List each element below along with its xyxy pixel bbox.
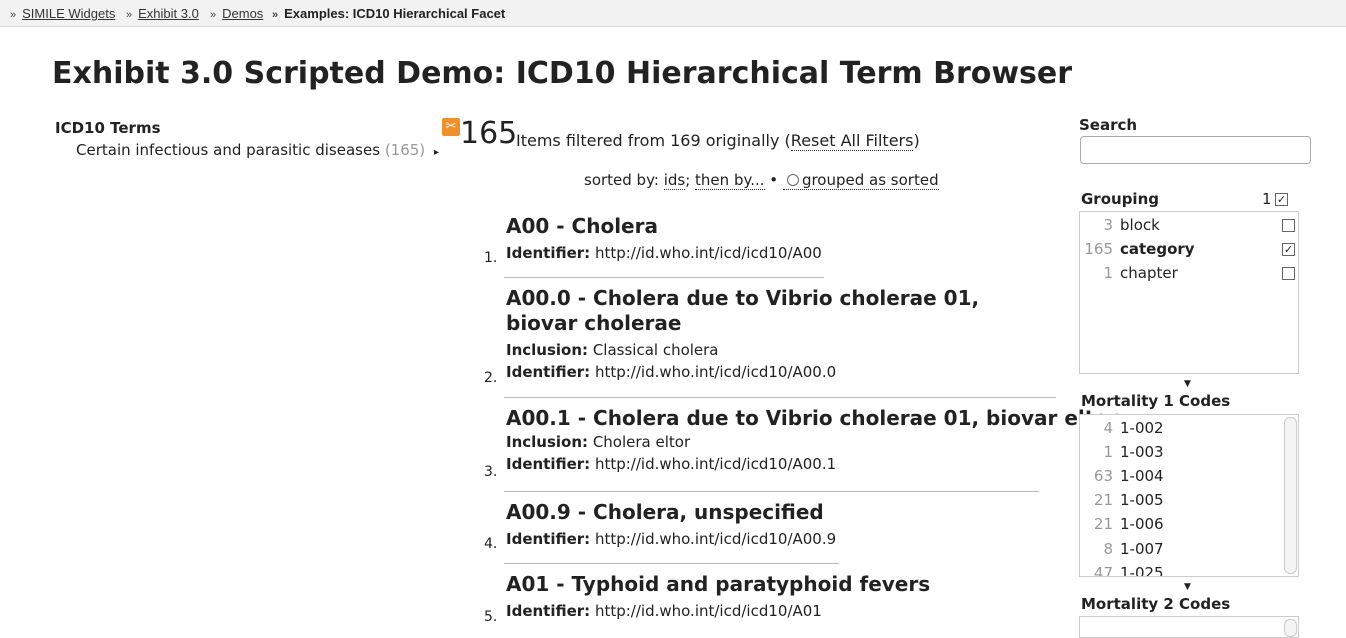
- breadcrumb-item[interactable]: » SIMILE Widgets: [10, 6, 115, 21]
- item-field: Identifier: http://id.who.int/icd/icd10/…: [506, 530, 837, 548]
- list-item: A01 - Typhoid and paratyphoid fevers Ide…: [506, 572, 930, 622]
- facet-option[interactable]: 4 1-002: [1080, 417, 1294, 439]
- radio-icon[interactable]: [786, 174, 799, 186]
- list-item: A00.9 - Cholera, unspecified Identifier:…: [506, 500, 836, 550]
- search-label: Search: [1079, 116, 1138, 134]
- breadcrumb-item[interactable]: » Exhibit 3.0: [126, 6, 199, 21]
- item-number: 4.: [484, 536, 498, 552]
- item-number: 5.: [484, 609, 498, 625]
- collapse-arrow-icon[interactable]: ▼: [1184, 379, 1191, 389]
- scrollbar[interactable]: [1284, 417, 1297, 574]
- scrollbar[interactable]: [1284, 619, 1297, 637]
- breadcrumb-item[interactable]: » Demos: [210, 6, 263, 21]
- facet-option[interactable]: 8 1-007: [1080, 538, 1294, 560]
- item-field: Identifier: http://id.who.int/icd/icd10/…: [506, 244, 822, 262]
- expand-arrow-icon[interactable]: ▸: [434, 147, 439, 158]
- exhibit-copy-icon[interactable]: ✂: [442, 118, 460, 136]
- mortality1-facet-list: 4 1-002 1 1-003 63 1-004 21 1-005 21 1-006 81…: [1079, 414, 1299, 577]
- reset-filters-link[interactable]: Reset All Filters: [790, 131, 914, 151]
- breadcrumb-link-exhibit[interactable]: Exhibit 3.0: [138, 6, 199, 21]
- item-field: Identifier: http://id.who.int/icd/icd10/…: [506, 455, 837, 473]
- checkbox[interactable]: [1282, 267, 1295, 280]
- list-item: A00.1 - Cholera due to Vibrio cholerae 0…: [506, 406, 1118, 475]
- item-title[interactable]: A01 - Typhoid and paratyphoid fevers: [506, 572, 930, 597]
- breadcrumb-link-demos[interactable]: Demos: [222, 6, 263, 21]
- facet-value-label: Certain infectious and parasitic disease…: [76, 141, 381, 159]
- result-count: 165: [460, 116, 518, 151]
- item-field: Identifier: http://id.who.int/icd/icd10/…: [506, 602, 822, 620]
- list-item: A00 - Cholera Identifier: http://id.who.…: [506, 214, 822, 264]
- sort-controls: sorted by: ids; then by... • grouped as …: [584, 171, 939, 190]
- facet-value-count: (165): [384, 141, 426, 159]
- collapse-arrow-icon[interactable]: ▼: [1184, 582, 1191, 592]
- facet-option[interactable]: 21 1-005: [1080, 489, 1294, 511]
- facet-title: ICD10 Terms: [55, 119, 161, 137]
- item-number: 3.: [484, 464, 498, 480]
- breadcrumb-link-simile[interactable]: SIMILE Widgets: [22, 6, 115, 21]
- facet-option[interactable]: 47 1-025: [1080, 562, 1294, 576]
- list-item: A00.0 - Cholera due to Vibrio cholerae 0…: [506, 286, 1046, 383]
- item-field: Inclusion: Cholera eltor: [506, 433, 691, 451]
- item-field: Identifier: http://id.who.int/icd/icd10/…: [506, 363, 837, 381]
- item-field: Inclusion: Classical cholera: [506, 341, 719, 359]
- facet-option[interactable]: 21 1-006: [1080, 513, 1294, 535]
- item-title[interactable]: A00.0 - Cholera due to Vibrio cholerae 0…: [506, 286, 1046, 336]
- then-by-link[interactable]: then by...: [695, 171, 765, 190]
- mortality2-facet-title: Mortality 2 Codes: [1081, 595, 1231, 613]
- item-number: 2.: [484, 370, 498, 386]
- breadcrumb: » SIMILE Widgets » Exhibit 3.0 » Demos » Exa…: [0, 0, 1346, 27]
- facet-option-category[interactable]: 165 category ✓: [1080, 238, 1295, 260]
- item-title[interactable]: A00.9 - Cholera, unspecified: [506, 500, 836, 525]
- item-title[interactable]: A00 - Cholera: [506, 214, 822, 239]
- checkbox-checked[interactable]: ✓: [1282, 243, 1295, 256]
- facet-option-block[interactable]: 3 block: [1080, 214, 1295, 236]
- page-title: Exhibit 3.0 Scripted Demo: ICD10 Hierarc…: [52, 56, 1073, 91]
- item-title[interactable]: A00.1 - Cholera due to Vibrio cholerae 0…: [506, 406, 1118, 431]
- mortality2-facet-list: [1079, 616, 1299, 638]
- divider: [504, 397, 1056, 398]
- icd10-terms-facet: ICD10 Terms Certain infectious and paras…: [55, 119, 439, 159]
- grouping-selected-count: 1: [1262, 190, 1272, 208]
- grouping-facet-list: 3 block 165 category ✓ 1 chapter: [1079, 211, 1299, 374]
- grouped-as-sorted-toggle[interactable]: grouped as sorted: [782, 171, 939, 190]
- divider: [504, 277, 824, 278]
- grouping-facet-title: Grouping: [1081, 190, 1159, 208]
- item-number: 1.: [484, 250, 498, 266]
- search-input[interactable]: [1080, 136, 1311, 164]
- summary-text: Items filtered from 169 originally (Rese…: [516, 131, 920, 151]
- sort-field-link[interactable]: ids: [663, 171, 686, 190]
- divider: [504, 491, 1039, 492]
- divider: [504, 563, 839, 564]
- facet-option-chapter[interactable]: 1 chapter: [1080, 262, 1295, 284]
- facet-option[interactable]: 1 1-003: [1080, 441, 1294, 463]
- checkbox[interactable]: [1282, 219, 1295, 232]
- facet-option[interactable]: 63 1-004: [1080, 465, 1294, 487]
- mortality1-facet-title: Mortality 1 Codes: [1081, 392, 1231, 410]
- breadcrumb-current: » Examples: ICD10 Hierarchical Facet: [272, 6, 506, 21]
- facet-value-infectious-diseases[interactable]: Certain infectious and parasitic disease…: [76, 141, 439, 159]
- grouping-clear-checkbox[interactable]: ✓: [1275, 193, 1288, 206]
